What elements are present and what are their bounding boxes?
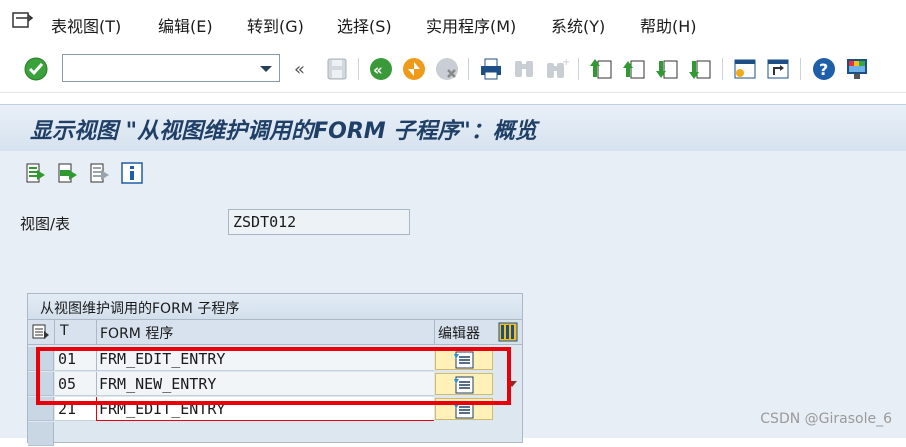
column-header-form[interactable]: FORM 程序 [100,323,173,343]
form-subroutine-table: 从视图维护调用的FORM 子程序 T FORM 程序 编辑器 01 FRM_ED… [27,293,523,446]
column-header-editor[interactable]: 编辑器 [438,323,480,343]
toolbar-separator [578,58,579,80]
last-page-icon[interactable] [686,55,714,83]
print-icon[interactable] [477,55,505,83]
select-all-icon[interactable] [25,162,47,184]
select-block-icon[interactable] [57,162,79,184]
editor-button[interactable] [435,398,493,420]
menu-help[interactable]: 帮助(H) [640,13,697,37]
toolbar-separator [722,58,723,80]
svg-text:?: ? [819,60,828,79]
svg-text:«: « [294,59,305,80]
menu-table-view[interactable]: 表视图(T) [51,13,121,37]
toolbar-separator [468,58,469,80]
page-title: 显示视图 "从视图维护调用的FORM 子程序"：概览 [30,119,537,144]
editor-icon [454,401,474,419]
command-input[interactable] [67,58,256,80]
row-selector[interactable] [28,397,54,421]
menu-icon[interactable] [12,12,34,30]
find-icon[interactable] [510,55,538,83]
new-session-icon[interactable] [731,55,759,83]
title-bar: 显示视图 "从视图维护调用的FORM 子程序"：概览 [0,104,906,152]
information-icon[interactable] [121,162,143,184]
editor-button[interactable] [435,373,493,395]
scroll-down-icon[interactable] [506,374,518,393]
column-divider [96,320,97,344]
cell-form[interactable]: FRM_EDIT_ENTRY [96,397,434,421]
layout-icon[interactable] [843,55,871,83]
column-divider [54,320,55,344]
table-header: T FORM 程序 编辑器 [28,320,522,345]
previous-page-icon[interactable] [620,55,648,83]
menu-system[interactable]: 系统(Y) [551,13,605,37]
row-selector[interactable] [28,422,54,446]
help-icon[interactable]: ? [810,55,838,83]
cell-form[interactable]: FRM_NEW_ENTRY [96,372,434,396]
menu-selection[interactable]: 选择(S) [337,13,392,37]
find-next-icon[interactable]: + [543,55,571,83]
column-divider [434,320,435,344]
cell-t[interactable]: 01 [55,347,96,371]
first-page-icon[interactable] [587,55,615,83]
column-config-icon[interactable] [498,322,518,346]
svg-text:«: « [373,61,383,79]
editor-icon [454,351,474,369]
editor-button[interactable] [435,348,493,370]
toolbar-separator [800,58,801,80]
menubar: 表视图(T) 编辑(E) 转到(G) 选择(S) 实用程序(M) 系统(Y) 帮… [0,0,906,46]
row-selector[interactable] [28,347,54,371]
view-table-label: 视图/表 [20,215,71,233]
application-area: 视图/表 ZSDT012 从视图维护调用的FORM 子程序 T FORM 程序 … [0,151,906,446]
table-row: 05 FRM_NEW_ENTRY [28,372,522,397]
table-row [28,422,522,447]
table-settings-icon[interactable] [32,323,50,345]
row-selector[interactable] [28,372,54,396]
enter-icon[interactable] [22,55,50,83]
editor-icon [454,376,474,394]
column-header-t[interactable]: T [60,323,69,339]
back-icon[interactable]: « [367,55,395,83]
menu-utilities[interactable]: 实用程序(M) [426,13,516,37]
menu-goto[interactable]: 转到(G) [247,13,304,37]
menu-edit[interactable]: 编辑(E) [158,13,213,37]
cell-form[interactable]: FRM_EDIT_ENTRY [96,347,434,371]
table-row: 21 FRM_EDIT_ENTRY [28,397,522,422]
deselect-all-icon[interactable] [89,162,111,184]
table-title: 从视图维护调用的FORM 子程序 [28,294,522,320]
command-dropdown-icon[interactable] [255,57,277,79]
watermark: CSDN @Girasole_6 [760,411,892,427]
cell-t[interactable]: 05 [55,372,96,396]
cell-t[interactable]: 21 [55,397,96,421]
svg-text:+: + [562,57,570,68]
standard-toolbar: « « + ? [0,46,906,93]
save-icon[interactable] [323,55,351,83]
command-field[interactable] [62,54,280,82]
next-page-icon[interactable] [653,55,681,83]
shortcut-icon[interactable] [764,55,792,83]
exit-icon[interactable] [400,55,428,83]
cancel-icon[interactable] [433,55,461,83]
collapse-icon[interactable]: « [290,55,318,83]
table-row: 01 FRM_EDIT_ENTRY [28,347,522,372]
view-table-field[interactable]: ZSDT012 [228,209,410,235]
toolbar-separator [358,58,359,80]
